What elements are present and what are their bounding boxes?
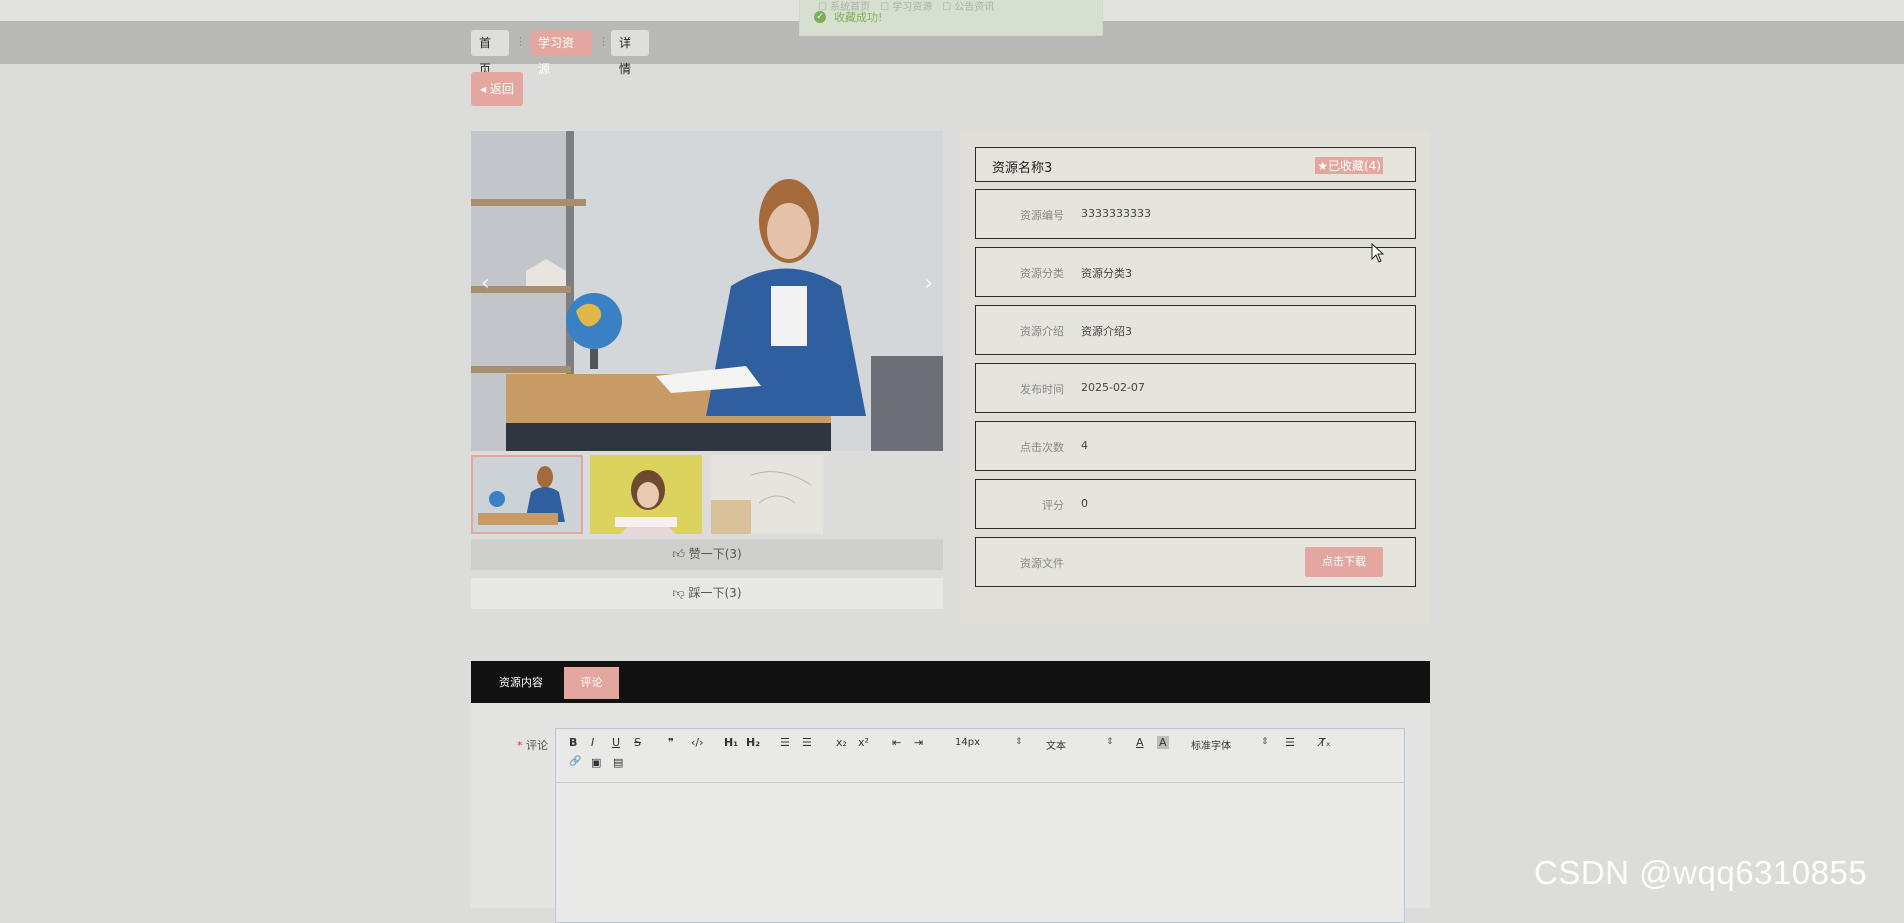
font-color-icon[interactable]: A <box>1136 736 1144 749</box>
font-size-select[interactable]: 14px ⇕ <box>955 737 1025 748</box>
download-button[interactable]: 点击下载 <box>1305 547 1383 577</box>
thumbnail-image <box>473 457 581 532</box>
thumbnail-image <box>711 455 823 534</box>
field-row-category: 资源分类 资源分类3 <box>975 247 1416 297</box>
align-icon[interactable]: ☰ <box>1285 736 1295 749</box>
link-icon[interactable]: 🔗 <box>569 756 581 767</box>
field-row-clicks: 点击次数 4 <box>975 421 1416 471</box>
field-label: 资源介绍 <box>1020 325 1064 338</box>
favorite-button[interactable]: ★已收藏(4) <box>1315 157 1383 174</box>
carousel-prev-arrow[interactable]: ‹ <box>481 271 490 296</box>
field-row-intro: 资源介绍 资源介绍3 <box>975 305 1416 355</box>
carousel-next-arrow[interactable]: › <box>924 271 933 296</box>
underline-icon[interactable]: U <box>612 736 620 749</box>
breadcrumb-detail: 详情 <box>611 30 649 76</box>
field-label: 资源编号 <box>1020 209 1064 222</box>
thumbnail-1[interactable] <box>471 455 583 534</box>
detail-tabs: 资源内容 评论 <box>471 661 1430 703</box>
field-row-id: 资源编号 3333333333 <box>975 189 1416 239</box>
toast-message: 收藏成功! <box>834 11 883 24</box>
breadcrumb-separator: ⋮ <box>598 35 609 48</box>
strikethrough-icon[interactable]: S <box>634 736 641 749</box>
text-style-select[interactable]: 文本 ⇕ <box>1046 737 1116 752</box>
thumbnail-2[interactable] <box>590 455 702 534</box>
thumbnail-image <box>590 455 702 534</box>
back-button[interactable]: ◂ 返回 <box>471 72 523 106</box>
mouse-cursor-icon <box>1371 243 1385 263</box>
success-toast: ☐ 系统首页 ☐ 学习资源 ☐ 公告资讯 ✓ 收藏成功! <box>799 0 1103 36</box>
thumbs-up-icon: 👍︎ <box>672 547 685 561</box>
select-arrows-icon: ⇕ <box>1261 737 1269 747</box>
chevron-left-icon: ◂ <box>480 82 487 96</box>
field-value: 0 <box>1081 497 1088 510</box>
field-value: 资源分类3 <box>1081 267 1132 280</box>
field-label: 资源文件 <box>1020 557 1064 570</box>
required-marker: * <box>517 739 523 752</box>
field-label: 点击次数 <box>1020 441 1064 454</box>
breadcrumb-home[interactable]: 首页 <box>471 30 509 76</box>
code-block-icon[interactable]: ‹/› <box>691 736 704 749</box>
blockquote-icon[interactable]: ❞ <box>668 736 674 749</box>
field-value: 资源介绍3 <box>1081 325 1132 338</box>
video-icon[interactable]: ▤ <box>613 756 623 769</box>
field-value: 4 <box>1081 439 1088 452</box>
font-family-select[interactable]: 标准字体 ⇕ <box>1191 737 1271 752</box>
italic-icon[interactable]: I <box>591 736 594 749</box>
breadcrumb-learning-resources[interactable]: 学习资源 <box>530 30 592 76</box>
tab-comment[interactable]: 评论 <box>564 667 619 699</box>
resource-title-row: 资源名称3 ★已收藏(4) <box>975 147 1416 182</box>
like-button[interactable]: 👍︎ 赞一下(3) <box>471 539 943 570</box>
outdent-icon[interactable]: ⇤ <box>892 736 901 749</box>
clear-format-icon[interactable]: T̸ₓ <box>1319 736 1331 749</box>
thumbnail-3[interactable] <box>711 455 823 534</box>
bold-icon[interactable]: B <box>569 736 577 749</box>
rich-text-editor[interactable]: B I U S ❞ ‹/› H₁ H₂ ☰ ☰ x₂ x² ⇤ ⇥ 14px ⇕… <box>555 728 1405 923</box>
ordered-list-icon[interactable]: ☰ <box>780 736 790 749</box>
subscript-icon[interactable]: x₂ <box>836 736 847 749</box>
heading-2-icon[interactable]: H₂ <box>746 736 760 749</box>
breadcrumb-separator: ⋮ <box>515 35 526 48</box>
heading-1-icon[interactable]: H₁ <box>724 736 738 749</box>
image-icon[interactable]: ▣ <box>591 756 601 769</box>
resource-name: 资源名称3 <box>992 161 1053 176</box>
resource-info-panel: 资源名称3 ★已收藏(4) 资源编号 3333333333 资源分类 资源分类3… <box>960 131 1430 625</box>
background-color-icon[interactable]: A <box>1157 736 1169 749</box>
tab-resource-content[interactable]: 资源内容 <box>485 667 557 699</box>
dislike-button[interactable]: 👎︎ 踩一下(3) <box>471 578 943 609</box>
comment-label: * 评论 <box>517 739 548 752</box>
editor-toolbar: B I U S ❞ ‹/› H₁ H₂ ☰ ☰ x₂ x² ⇤ ⇥ 14px ⇕… <box>556 729 1404 783</box>
comment-form: * 评论 B I U S ❞ ‹/› H₁ H₂ ☰ ☰ x₂ x² ⇤ ⇥ 1… <box>471 703 1430 923</box>
field-value: 2025-02-07 <box>1081 381 1145 394</box>
check-circle-icon: ✓ <box>814 11 826 23</box>
field-label: 发布时间 <box>1020 383 1064 396</box>
watermark: CSDN @wqq6310855 <box>1534 854 1868 891</box>
select-arrows-icon: ⇕ <box>1015 737 1023 747</box>
superscript-icon[interactable]: x² <box>858 736 869 749</box>
field-row-publish-time: 发布时间 2025-02-07 <box>975 363 1416 413</box>
field-row-file: 资源文件 点击下载 <box>975 537 1416 587</box>
field-label: 资源分类 <box>1020 267 1064 280</box>
field-row-score: 评分 0 <box>975 479 1416 529</box>
bullet-list-icon[interactable]: ☰ <box>802 736 812 749</box>
indent-icon[interactable]: ⇥ <box>914 736 923 749</box>
select-arrows-icon: ⇕ <box>1106 737 1114 747</box>
field-value: 3333333333 <box>1081 207 1151 220</box>
main-image <box>471 131 943 451</box>
thumbs-down-icon: 👎︎ <box>672 586 685 600</box>
image-carousel[interactable]: ‹ › <box>471 131 943 451</box>
field-label: 评分 <box>1042 499 1064 512</box>
